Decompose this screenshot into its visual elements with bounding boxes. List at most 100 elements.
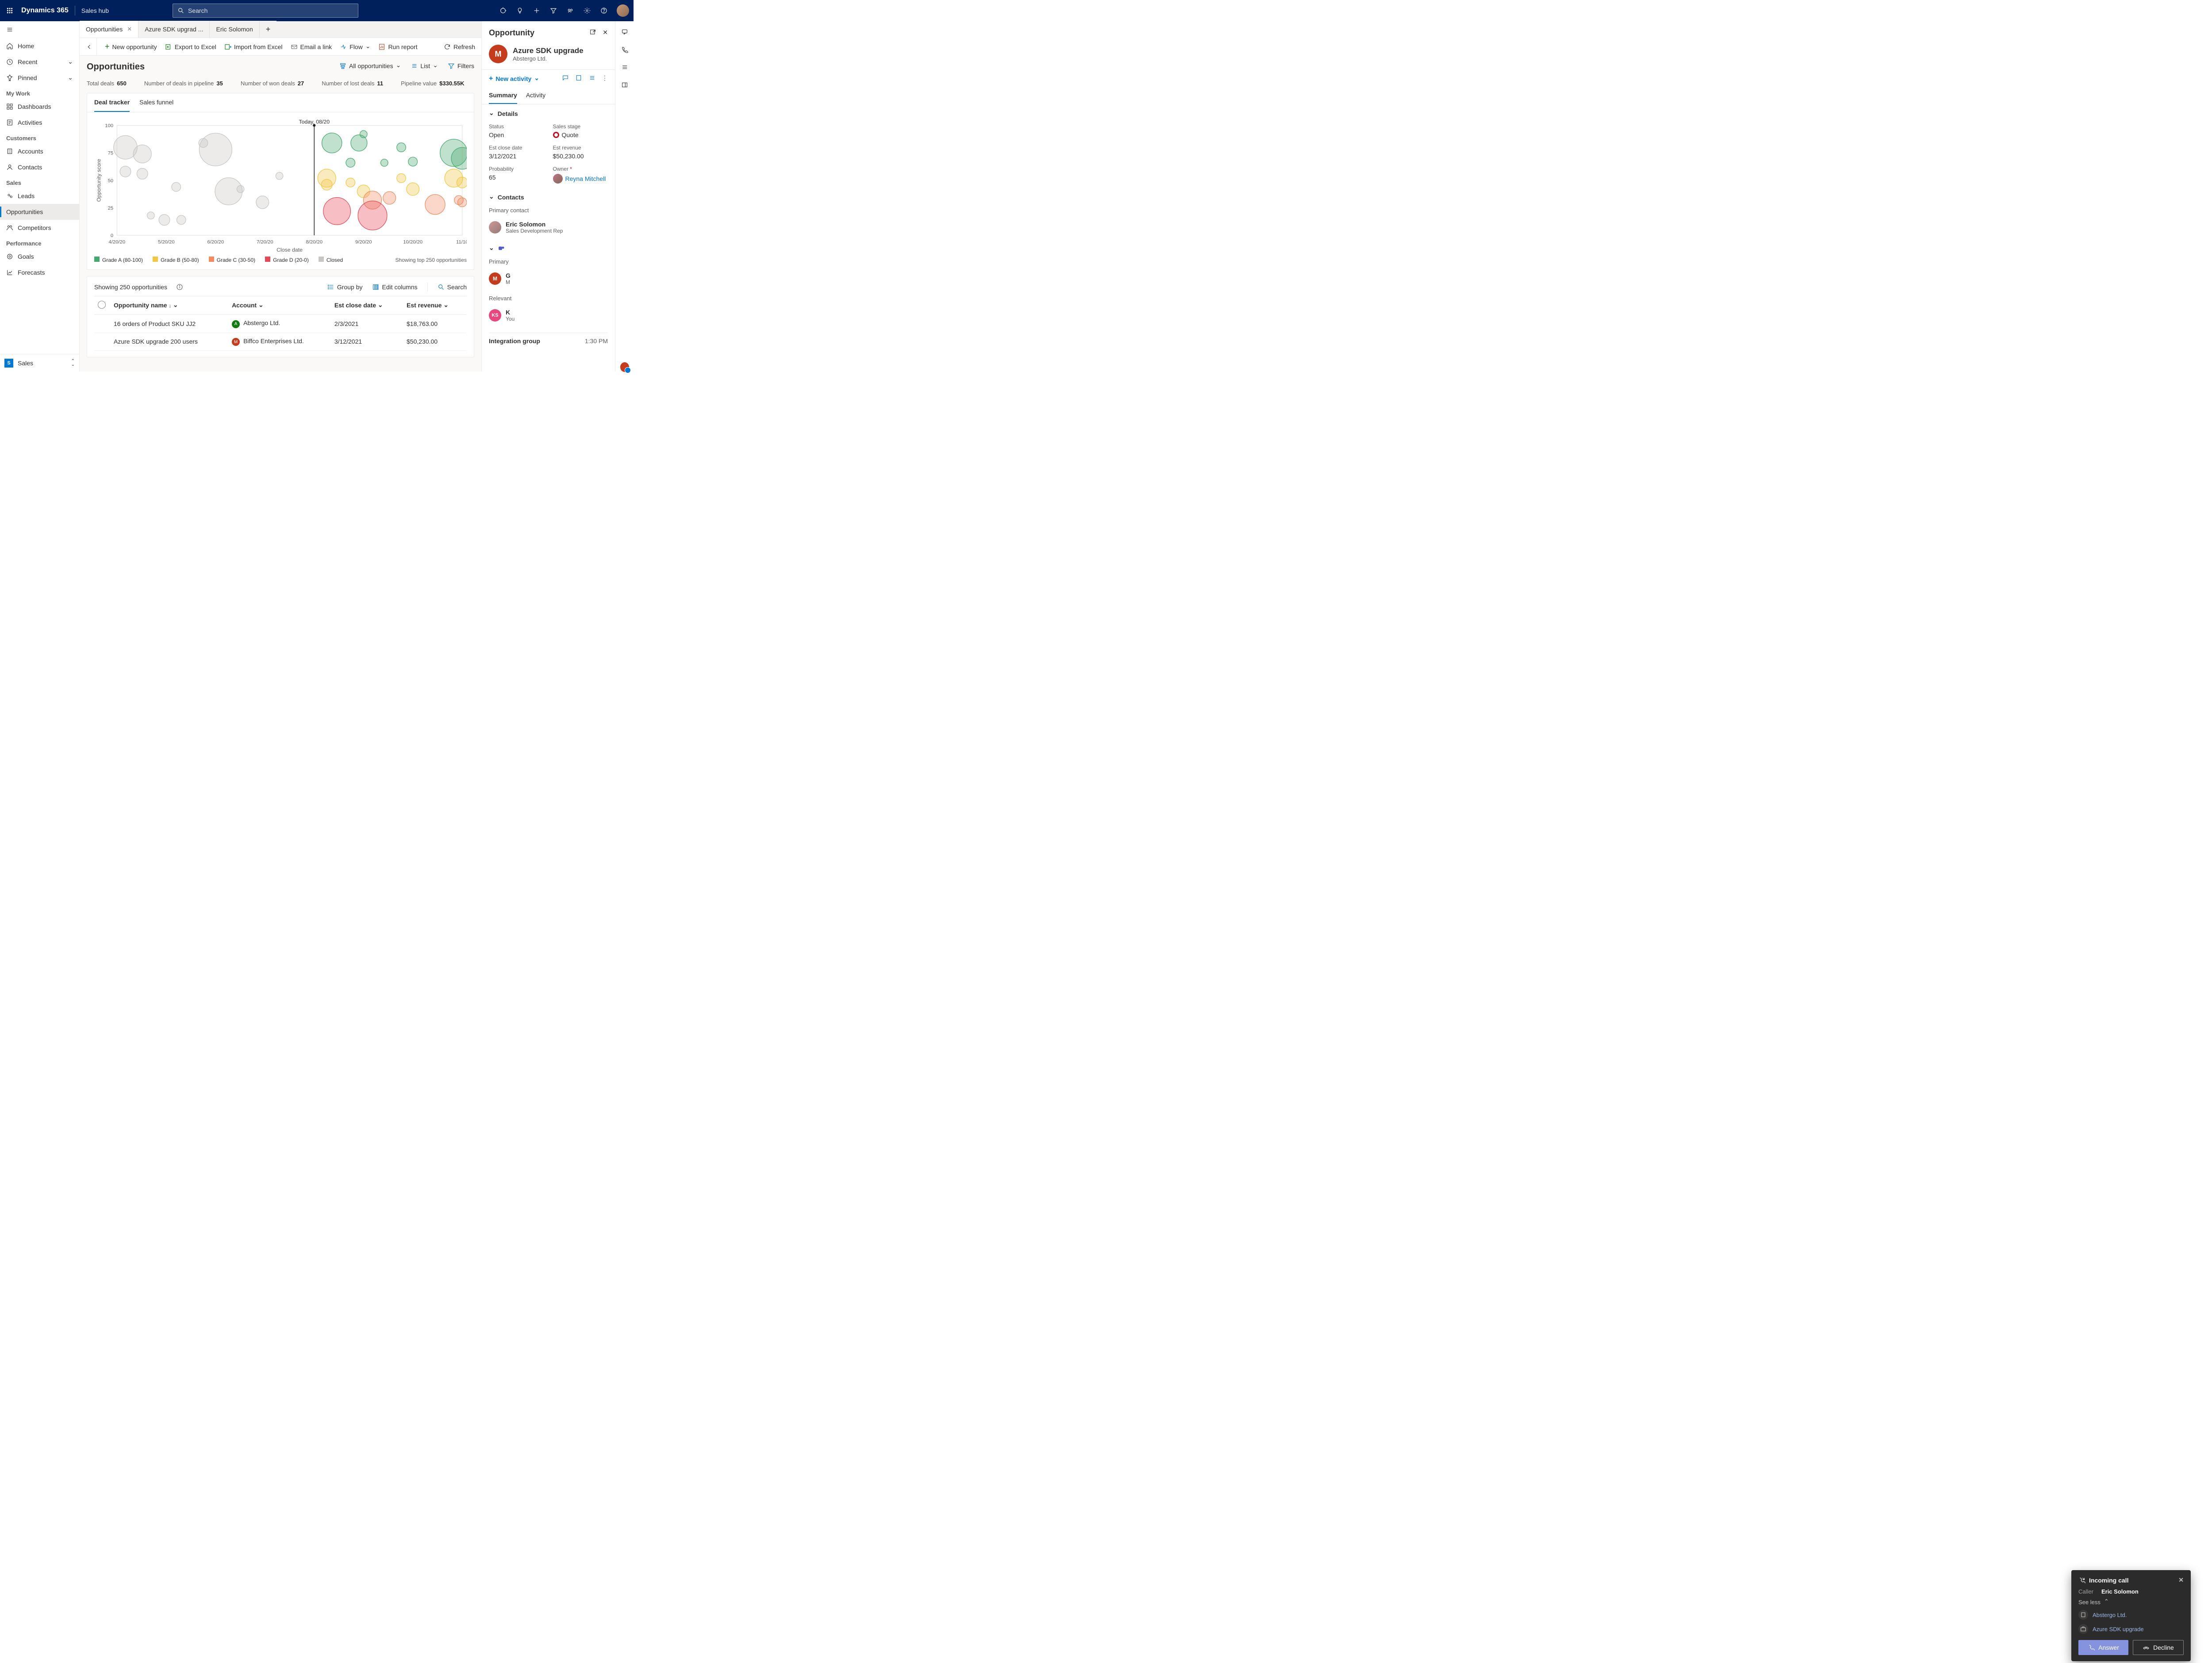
related-opportunity[interactable]: Azure SDK upgrade [2078,1624,2184,1634]
note-icon[interactable] [575,74,582,83]
svg-text:Close date: Close date [276,247,303,253]
filter-icon[interactable] [549,7,557,15]
record-badge-icon[interactable] [620,363,629,372]
global-search[interactable]: Search [173,4,358,18]
col-account[interactable]: Account ⌄ [228,296,331,315]
svg-text:11/10: 11/10 [456,239,467,245]
export-excel-button[interactable]: Export to Excel [165,43,216,50]
nav-forecasts[interactable]: Forecasts [0,264,79,280]
gear-icon[interactable] [583,7,591,15]
group-by-button[interactable]: Group by [327,284,363,291]
nav-goals[interactable]: Goals [0,249,79,264]
relevant-contact[interactable]: KS KYou [489,309,608,322]
list-icon[interactable] [588,74,595,83]
grid-search-button[interactable]: Search [438,284,467,291]
section-contacts[interactable]: ⌄Contacts [489,193,608,201]
view-selector[interactable]: All opportunities⌄ [339,62,401,69]
nav-activities[interactable]: Activities [0,115,79,130]
related-account[interactable]: Abstergo Ltd. [2078,1610,2184,1620]
svg-text:9/20/20: 9/20/20 [355,239,372,245]
nav-leads[interactable]: Leads [0,188,79,204]
refresh-button[interactable]: Refresh [444,43,475,50]
tab-opportunities[interactable]: Opportunities✕ [80,21,138,38]
tab-azure-sdk[interactable]: Azure SDK upgrad ... [138,21,210,38]
back-icon [86,43,93,50]
more-icon[interactable]: ⋮ [602,74,608,83]
close-call-icon[interactable]: ✕ [2178,1576,2184,1584]
section-details[interactable]: ⌄Details [489,110,608,117]
col-opportunity-name[interactable]: Opportunity name ↓ ⌄ [110,296,228,315]
lightbulb-icon[interactable] [516,7,524,15]
waffle-icon[interactable] [4,5,15,16]
integration-group[interactable]: Integration group [489,337,540,345]
pivot-summary[interactable]: Summary [489,87,517,104]
hamburger-icon[interactable] [0,21,79,38]
columns-icon [372,284,379,291]
col-est-revenue[interactable]: Est revenue ⌄ [403,296,467,315]
user-avatar[interactable] [617,4,629,17]
brand[interactable]: Dynamics 365 [21,7,69,15]
phone-incoming-icon [2078,1577,2085,1584]
svg-text:4/20/20: 4/20/20 [109,239,126,245]
svg-text:50: 50 [108,178,114,184]
svg-text:Opportunity score: Opportunity score [96,159,102,202]
hub-label[interactable]: Sales hub [81,7,109,14]
deal-tracker-chart[interactable]: 02550751004/20/205/20/206/20/207/20/208/… [94,117,467,254]
svg-text:10/20/20: 10/20/20 [403,239,422,245]
teams-chat-icon[interactable] [620,27,629,36]
entity-logo: M [489,45,507,63]
table-row[interactable]: Azure SDK upgrade 200 users MBiffco Ente… [94,333,467,351]
panel-icon[interactable] [620,80,629,89]
layout-selector[interactable]: List⌄ [411,62,438,69]
tasks-icon[interactable] [620,63,629,72]
col-est-close[interactable]: Est close date ⌄ [331,296,403,315]
decline-button[interactable]: Decline [2133,1640,2184,1655]
email-link-button[interactable]: Email a link [291,43,332,50]
nav-accounts[interactable]: Accounts [0,143,79,159]
target-icon[interactable] [499,7,507,15]
popout-icon[interactable] [589,29,596,37]
import-excel-button[interactable]: Import from Excel [224,43,283,50]
answer-button[interactable]: Answer [2078,1640,2128,1655]
edit-columns-button[interactable]: Edit columns [372,284,417,291]
back-button[interactable] [86,38,97,55]
new-activity-button[interactable]: +New activity⌄ [489,75,539,83]
tab-add[interactable]: + [260,21,277,38]
chat-icon[interactable] [562,74,569,83]
grid-icon [6,103,13,110]
primary-account[interactable]: M GM [489,272,608,285]
nav-section-performance: Performance [0,236,79,249]
nav-contacts[interactable]: Contacts [0,159,79,175]
chart-tab-sales-funnel[interactable]: Sales funnel [139,93,173,112]
info-icon[interactable] [176,284,183,291]
select-all-checkbox[interactable] [98,301,106,309]
table-row[interactable]: 16 orders of Product SKU JJ2 AAbstergo L… [94,315,467,333]
nav-dashboards[interactable]: Dashboards [0,99,79,115]
close-panel-icon[interactable]: ✕ [603,29,608,37]
nav-pinned[interactable]: Pinned⌄ [0,70,79,86]
nav-opportunities[interactable]: Opportunities [0,204,79,220]
svg-text:Today, 08/20: Today, 08/20 [299,119,330,125]
see-less-toggle[interactable]: See less⌃ [2078,1598,2184,1606]
filters-button[interactable]: Filters [448,62,474,69]
nav-competitors[interactable]: Competitors [0,220,79,236]
owner-link[interactable]: Reyna Mitchell [553,174,608,184]
record-panel: Opportunity ✕ M Azure SDK upgrade Abster… [481,21,615,372]
add-icon[interactable] [533,7,541,15]
assistant-icon[interactable] [566,7,574,15]
new-opportunity-button[interactable]: +New opportunity [105,42,157,51]
flow-button[interactable]: Flow⌄ [340,43,370,50]
primary-contact[interactable]: Eric Solomon Sales Development Rep [489,221,608,234]
close-icon[interactable]: ✕ [127,26,132,33]
tab-eric-solomon[interactable]: Eric Solomon [210,21,259,38]
nav-recent[interactable]: Recent⌄ [0,54,79,70]
pivot-activity[interactable]: Activity [526,87,545,104]
run-report-button[interactable]: Run report [378,43,417,50]
chart-tab-deal-tracker[interactable]: Deal tracker [94,93,130,112]
nav-home[interactable]: Home [0,38,79,54]
grid-card: Showing 250 opportunities Group by Edit … [87,276,474,357]
help-icon[interactable] [600,7,608,15]
area-switcher[interactable]: S Sales ⌃⌄ [0,354,79,372]
section-teams[interactable]: ⌄ [489,245,608,252]
phone-icon[interactable] [620,45,629,54]
